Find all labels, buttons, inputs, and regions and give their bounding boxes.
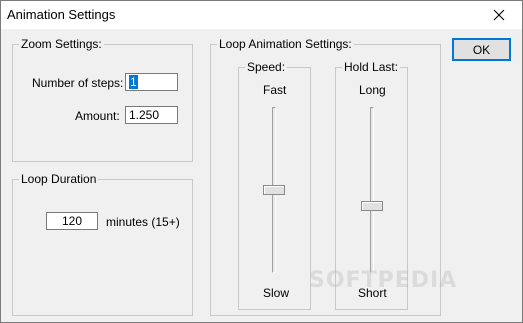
hold-last-short-label: Short [358,286,387,300]
number-of-steps-input[interactable]: 1 [125,73,178,91]
animation-settings-window: Animation Settings Zoom Settings: Number… [0,0,523,323]
speed-legend: Speed: [247,60,286,74]
close-button[interactable] [476,1,522,29]
speed-fast-label: Fast [263,83,287,97]
loop-duration-legend: Loop Duration [21,172,97,186]
zoom-settings-group: Zoom Settings: [12,38,193,162]
title-bar: Animation Settings [1,1,522,29]
amount-label: Amount: [75,109,120,123]
number-of-steps-label: Number of steps: [32,76,124,90]
close-icon [493,9,505,21]
speed-slow-label: Slow [263,286,290,300]
hold-last-legend: Hold Last: [344,60,399,74]
hold-last-slider-track[interactable] [370,107,374,273]
loop-duration-input[interactable]: 120 [46,212,98,230]
number-of-steps-value: 1 [129,75,138,89]
window-title: Animation Settings [7,7,116,22]
ok-button[interactable]: OK [452,38,511,61]
loop-animation-settings-legend: Loop Animation Settings: [219,37,352,51]
hold-last-long-label: Long [359,83,386,97]
zoom-settings-legend: Zoom Settings: [21,37,102,51]
loop-duration-group: Loop Duration [12,173,193,316]
speed-slider-thumb[interactable] [263,185,285,195]
amount-input[interactable]: 1.250 [125,106,178,124]
hold-last-slider-thumb[interactable] [361,201,383,211]
loop-duration-unit-label: minutes (15+) [106,215,180,229]
